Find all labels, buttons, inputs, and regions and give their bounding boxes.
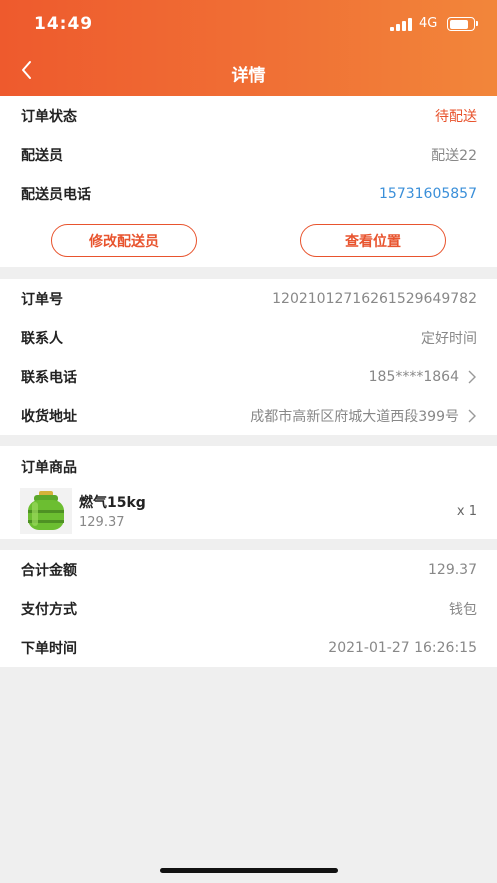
order-time-row: 下单时间 2021-01-27 16:26:15 bbox=[0, 628, 497, 667]
address-value-wrap: 成都市高新区府城大道西段399号 bbox=[250, 406, 477, 426]
payment-method-row: 支付方式 钱包 bbox=[0, 589, 497, 628]
contact-value: 定好时间 bbox=[421, 330, 477, 347]
battery-level bbox=[449, 19, 469, 29]
courier-row: 配送员 配送22 bbox=[0, 135, 497, 174]
network-type: 4G bbox=[419, 16, 438, 31]
chevron-right-icon bbox=[468, 409, 476, 422]
product-price: 129.37 bbox=[79, 515, 125, 530]
status-time: 14:49 bbox=[34, 14, 94, 34]
order-time-value: 2021-01-27 16:26:15 bbox=[328, 639, 477, 656]
order-status-row: 订单状态 待配送 bbox=[0, 96, 497, 135]
delivery-card: 订单状态 待配送 配送员 配送22 配送员电话 15731605857 修改配送… bbox=[0, 96, 497, 267]
view-location-button[interactable]: 查看位置 bbox=[300, 224, 446, 257]
order-status-value: 待配送 bbox=[435, 108, 477, 125]
payment-method-value: 钱包 bbox=[449, 601, 477, 618]
contact-label: 联系人 bbox=[21, 330, 63, 347]
nav-bar: 详情 bbox=[0, 44, 497, 96]
product-name: 燃气15kg bbox=[79, 495, 146, 511]
products-section-title: 订单商品 bbox=[21, 460, 77, 476]
address-value: 成都市高新区府城大道西段399号 bbox=[250, 408, 459, 425]
courier-phone-label: 配送员电话 bbox=[21, 186, 91, 203]
courier-label: 配送员 bbox=[21, 147, 63, 164]
payment-card: 合计金额 129.37 支付方式 钱包 下单时间 2021-01-27 16:2… bbox=[0, 550, 497, 667]
order-status-label: 订单状态 bbox=[21, 108, 77, 125]
home-indicator[interactable] bbox=[160, 868, 338, 873]
chevron-right-icon bbox=[468, 370, 476, 383]
contact-phone-value: 185****1864 bbox=[368, 368, 459, 385]
app-header: 14:49 4G 详情 bbox=[0, 0, 497, 96]
courier-value: 配送22 bbox=[431, 147, 477, 164]
courier-phone-row: 配送员电话 15731605857 bbox=[0, 174, 497, 213]
total-label: 合计金额 bbox=[21, 562, 77, 579]
signal-icon bbox=[390, 18, 412, 31]
page-title: 详情 bbox=[231, 66, 266, 86]
address-row[interactable]: 收货地址 成都市高新区府城大道西段399号 bbox=[0, 396, 497, 435]
contact-row: 联系人 定好时间 bbox=[0, 318, 497, 357]
battery-icon bbox=[447, 17, 478, 31]
order-number-value: 12021012716261529649782 bbox=[272, 290, 477, 307]
order-info-card: 订单号 12021012716261529649782 联系人 定好时间 联系电… bbox=[0, 279, 497, 435]
total-value: 129.37 bbox=[428, 561, 477, 578]
contact-phone-row[interactable]: 联系电话 185****1864 bbox=[0, 357, 497, 396]
contact-phone-value-wrap: 185****1864 bbox=[369, 369, 477, 385]
order-number-label: 订单号 bbox=[21, 291, 63, 308]
order-number-row: 订单号 12021012716261529649782 bbox=[0, 279, 497, 318]
total-row: 合计金额 129.37 bbox=[0, 550, 497, 589]
gas-cylinder-icon bbox=[20, 488, 72, 534]
order-time-label: 下单时间 bbox=[21, 640, 77, 657]
product-quantity: x 1 bbox=[456, 504, 477, 519]
payment-method-label: 支付方式 bbox=[21, 601, 77, 618]
status-bar: 14:49 4G bbox=[0, 0, 497, 44]
courier-phone-link[interactable]: 15731605857 bbox=[379, 186, 477, 202]
contact-phone-label: 联系电话 bbox=[21, 369, 77, 386]
address-label: 收货地址 bbox=[21, 408, 77, 425]
modify-courier-button[interactable]: 修改配送员 bbox=[51, 224, 197, 257]
